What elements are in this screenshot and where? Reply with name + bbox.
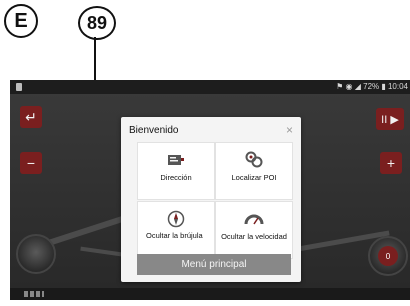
zoom-out-button[interactable]: − (20, 152, 42, 174)
section-letter-label: E (4, 4, 38, 38)
back-button[interactable]: ↵ (20, 106, 42, 128)
tile-address[interactable]: Dirección (137, 142, 215, 200)
tile-label: Dirección (160, 173, 192, 182)
apps-grid-icon[interactable] (24, 291, 44, 297)
sd-card-icon (16, 83, 22, 91)
status-bar: ⚑ ◉ ◢ 72% ▮ 10:04 (10, 80, 410, 94)
callout-number-label: 89 (78, 6, 116, 40)
next-button[interactable]: II ▶ (376, 108, 404, 130)
bottom-bar (10, 288, 410, 300)
tile-label: Ocultar la brújula (146, 231, 203, 240)
speed-value: 0 (378, 246, 398, 266)
tile-find-poi[interactable]: Localizar POI (215, 142, 293, 200)
close-icon[interactable]: × (286, 123, 293, 137)
status-indicators: ⚑ ◉ ◢ 72% ▮ 10:04 (336, 82, 408, 91)
main-menu-button[interactable]: Menú principal (137, 254, 291, 275)
poi-pins-icon (216, 151, 292, 169)
address-card-icon (138, 151, 214, 169)
zoom-in-button[interactable]: + (380, 152, 402, 174)
tile-label: Ocultar la velocidad (221, 232, 287, 241)
compass-widget[interactable] (16, 234, 56, 274)
welcome-dialog: Bienvenido × Dirección Localizar POI Ocu… (121, 117, 301, 282)
tile-hide-compass[interactable]: Ocultar la brújula (137, 201, 215, 259)
tile-hide-speed[interactable]: Ocultar la velocidad (215, 201, 293, 259)
speedometer-icon (216, 210, 292, 228)
tile-label: Localizar POI (231, 173, 277, 182)
dialog-title: Bienvenido (129, 125, 179, 136)
speed-widget[interactable]: 0 (368, 236, 408, 276)
compass-icon (138, 210, 214, 228)
